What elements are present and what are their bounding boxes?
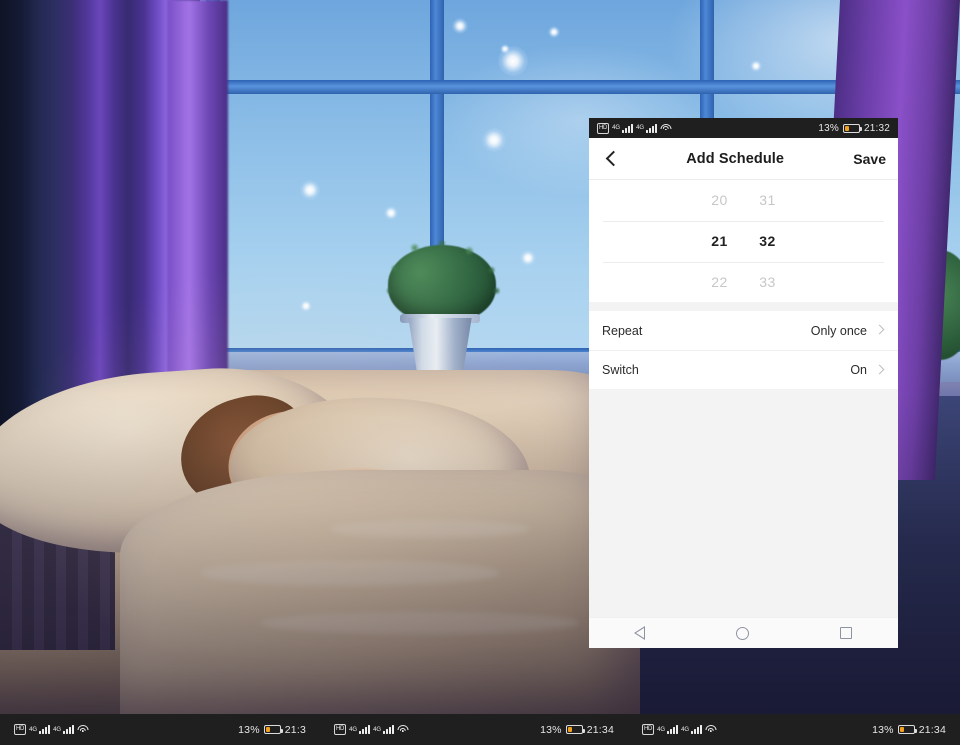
- time-picker-row-next[interactable]: 22 33: [589, 261, 898, 302]
- chevron-left-icon[interactable]: [601, 148, 623, 170]
- section-divider: [589, 302, 898, 311]
- save-button[interactable]: Save: [847, 151, 886, 167]
- wifi-icon: [397, 725, 409, 734]
- battery-percent-label: 13%: [238, 723, 260, 736]
- star-glow: [300, 180, 320, 200]
- network-type-label-2: 4G: [681, 726, 690, 733]
- minute-option-selected[interactable]: 32: [744, 233, 792, 249]
- bottom-status-bar-strips: HD 4G 4G 13% 21:3 HD 4G 4G 13% 21:34 HD …: [0, 714, 960, 745]
- signal-bars-icon-2: [63, 725, 75, 734]
- blanket: [120, 470, 640, 714]
- signal-bars-icon-1: [667, 725, 679, 734]
- strip-3-right-info: 13% 21:34: [872, 724, 946, 736]
- signal-bars-icon-1: [359, 725, 371, 734]
- time-picker-row-previous[interactable]: 20 31: [589, 180, 898, 221]
- potted-plant-foliage: [380, 239, 504, 323]
- star-glow: [750, 60, 762, 72]
- nav-recents-square-icon[interactable]: [840, 627, 853, 639]
- android-nav-bar: [589, 617, 898, 648]
- star-glow: [384, 206, 398, 220]
- network-type-label-1: 4G: [657, 726, 666, 733]
- picker-selection-line-top: [603, 221, 884, 222]
- hd-icon: HD: [597, 122, 610, 134]
- hd-icon: HD: [334, 724, 347, 735]
- bottom-strip-1: HD 4G 4G 13% 21:3: [0, 714, 320, 745]
- signal-bars-icon-1: [39, 725, 51, 734]
- network-type-label-1: 4G: [349, 726, 358, 733]
- wifi-icon: [705, 725, 717, 734]
- star-glow: [548, 26, 560, 38]
- strip-1-right-info: 13% 21:3: [238, 724, 306, 736]
- settings-row-repeat[interactable]: Repeat Only once: [589, 311, 898, 350]
- battery-icon: [263, 725, 283, 734]
- star-glow: [498, 46, 528, 76]
- phone-screenshot-panel: HD 4G 4G 13% 21:32 Add Schedule Save 20 …: [589, 118, 898, 648]
- nav-home-circle-icon[interactable]: [735, 626, 749, 640]
- strip-clock: 21:34: [918, 723, 946, 736]
- status-bar-left-icons: HD 4G 4G: [597, 122, 672, 134]
- star-glow: [482, 128, 506, 152]
- hd-icon: HD: [14, 724, 27, 735]
- battery-percent-label: 13%: [872, 723, 894, 736]
- phone-status-bar: HD 4G 4G 13% 21:32: [589, 118, 898, 138]
- chevron-right-icon: [876, 366, 885, 375]
- chevron-right-icon: [876, 326, 885, 335]
- time-picker[interactable]: 20 31 21 32 22 33: [589, 180, 898, 302]
- signal-bars-icon-2: [691, 725, 703, 734]
- blanket-fold: [200, 560, 500, 586]
- network-type-label-2: 4G: [53, 726, 62, 733]
- content-empty-area: [589, 389, 898, 617]
- star-glow: [300, 300, 312, 312]
- star-glow: [520, 250, 536, 266]
- blanket-fold: [260, 612, 580, 634]
- network-type-label-1: 4G: [29, 726, 38, 733]
- repeat-label: Repeat: [602, 323, 643, 338]
- battery-icon: [842, 123, 862, 133]
- hour-option[interactable]: 20: [696, 192, 744, 208]
- page-title: Add Schedule: [686, 150, 785, 167]
- hd-icon: HD: [642, 724, 655, 735]
- network-type-label-2: 4G: [636, 125, 645, 131]
- repeat-value: Only once: [810, 323, 867, 338]
- blanket-fold: [330, 520, 530, 538]
- app-bar: Add Schedule Save: [589, 138, 898, 180]
- star-glow: [452, 18, 468, 34]
- switch-label: Switch: [602, 363, 639, 377]
- nav-back-triangle-icon[interactable]: [633, 626, 645, 640]
- time-picker-row-selected[interactable]: 21 32: [589, 221, 898, 262]
- battery-icon: [565, 725, 585, 734]
- strip-clock: 21:3: [284, 723, 306, 736]
- strip-3-left-icons: HD 4G 4G: [642, 724, 717, 735]
- network-type-label-2: 4G: [373, 726, 382, 733]
- bottom-strip-2: HD 4G 4G 13% 21:34: [320, 714, 628, 745]
- hour-option-selected[interactable]: 21: [696, 233, 744, 249]
- battery-percent-label: 13%: [540, 723, 562, 736]
- status-bar-right-info: 13% 21:32: [818, 123, 890, 134]
- strip-2-right-info: 13% 21:34: [540, 724, 614, 736]
- strip-1-left-icons: HD 4G 4G: [14, 724, 89, 735]
- strip-2-left-icons: HD 4G 4G: [334, 724, 409, 735]
- picker-selection-line-bottom: [603, 262, 884, 263]
- strip-clock: 21:34: [586, 723, 614, 736]
- hour-option[interactable]: 22: [696, 274, 744, 290]
- signal-bars-icon-1: [622, 123, 634, 133]
- signal-bars-icon-2: [383, 725, 395, 734]
- settings-row-switch[interactable]: Switch On: [589, 350, 898, 389]
- wifi-icon: [77, 725, 89, 734]
- minute-option[interactable]: 33: [744, 274, 792, 290]
- signal-bars-icon-2: [646, 123, 658, 133]
- screenshot-root: HD 4G 4G 13% 21:32 Add Schedule Save 20 …: [0, 0, 960, 745]
- battery-percent-label: 13%: [818, 122, 839, 134]
- network-type-label-1: 4G: [612, 125, 621, 131]
- status-bar-clock: 21:32: [863, 122, 890, 134]
- switch-value: On: [850, 363, 867, 377]
- battery-icon: [897, 725, 917, 734]
- wifi-icon: [660, 123, 672, 133]
- bottom-strip-3: HD 4G 4G 13% 21:34: [628, 714, 960, 745]
- minute-option[interactable]: 31: [744, 192, 792, 208]
